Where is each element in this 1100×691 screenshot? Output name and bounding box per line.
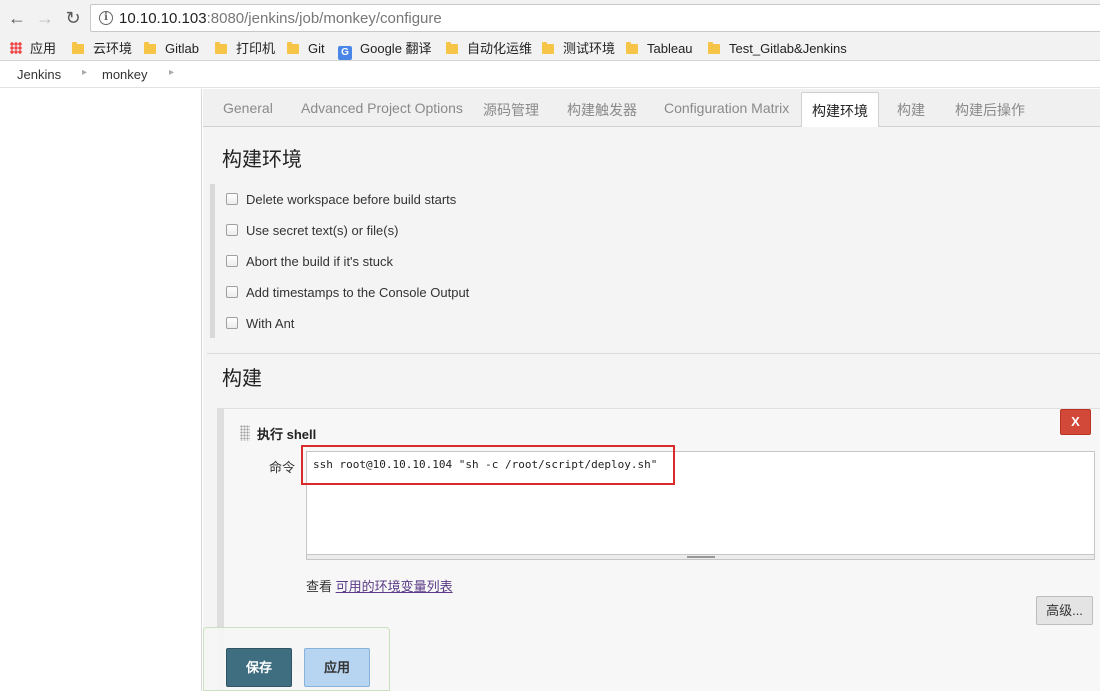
left-sidebar — [0, 89, 202, 691]
checkbox[interactable] — [226, 286, 238, 298]
bookmark-gitlab[interactable]: Gitlab — [144, 40, 199, 58]
bookmark-test-env[interactable]: 测试环境 — [542, 40, 615, 58]
bookmark-tableau[interactable]: Tableau — [626, 40, 693, 58]
env-vars-row: 查看 可用的环境变量列表 — [306, 576, 453, 595]
bookmarks-bar: 应用 云环境 Gitlab 打印机 Git G Google 翻译 自动化运维 测… — [0, 36, 1100, 61]
breadcrumb-jenkins[interactable]: Jenkins — [17, 67, 61, 82]
option-delete-workspace[interactable]: Delete workspace before build starts — [226, 192, 456, 208]
tab-post-build-actions[interactable]: 构建后操作 — [955, 100, 1025, 120]
info-icon[interactable]: i — [99, 11, 113, 25]
chevron-right-icon: ▸ — [82, 67, 88, 78]
bookmark-cloud-env[interactable]: 云环境 — [72, 40, 132, 58]
config-tabs: General Advanced Project Options 源码管理 构建… — [203, 89, 1100, 128]
folder-icon — [446, 42, 458, 54]
url-text[interactable]: 10.10.10.103:8080/jenkins/job/monkey/con… — [119, 10, 442, 27]
bookmark-apps[interactable]: 应用 — [10, 40, 56, 58]
tab-build-environment[interactable]: 构建环境 — [801, 92, 879, 128]
forward-arrow-icon[interactable]: → — [33, 6, 57, 30]
advanced-button[interactable]: 高级... — [1036, 596, 1093, 625]
folder-icon — [708, 42, 720, 54]
breadcrumb-monkey[interactable]: monkey — [102, 67, 148, 82]
delete-step-button[interactable]: X — [1060, 409, 1091, 435]
option-add-timestamps[interactable]: Add timestamps to the Console Output — [226, 285, 469, 301]
google-translate-icon: G — [338, 46, 352, 60]
address-bar[interactable]: i 10.10.10.103:8080/jenkins/job/monkey/c… — [90, 4, 1100, 32]
section-divider — [207, 353, 1100, 354]
build-environment-title: 构建环境 — [222, 149, 302, 171]
build-step-title: 执行 shell — [257, 427, 317, 442]
tab-build[interactable]: 构建 — [897, 100, 925, 120]
folder-icon — [72, 42, 84, 54]
red-highlight-box — [301, 445, 675, 485]
tab-advanced-project-options[interactable]: Advanced Project Options — [301, 100, 463, 116]
checkbox[interactable] — [226, 193, 238, 205]
chevron-right-icon[interactable]: ▸ — [169, 67, 174, 78]
env-vars-prefix: 查看 — [306, 579, 336, 594]
option-with-ant[interactable]: With Ant — [226, 316, 294, 332]
reload-icon[interactable]: ↻ — [61, 6, 85, 30]
back-arrow-icon[interactable]: ← — [5, 6, 29, 30]
grip-icon — [687, 556, 715, 558]
bookmark-git[interactable]: Git — [287, 40, 325, 58]
folder-icon — [626, 42, 638, 54]
tab-configuration-matrix[interactable]: Configuration Matrix — [664, 100, 789, 116]
drag-handle-icon[interactable] — [240, 425, 250, 441]
option-abort-stuck[interactable]: Abort the build if it's stuck — [226, 254, 393, 270]
build-title: 构建 — [222, 368, 262, 390]
tab-build-triggers[interactable]: 构建触发器 — [567, 100, 637, 120]
breadcrumb: Jenkins ▸ monkey ▸ — [0, 62, 1100, 88]
build-environment-options: Delete workspace before build starts Use… — [210, 184, 1100, 344]
section-bar — [210, 184, 215, 338]
tab-source-management[interactable]: 源码管理 — [483, 100, 539, 120]
save-apply-bar: 保存 应用 — [203, 627, 390, 691]
folder-icon — [287, 42, 299, 54]
tab-general[interactable]: General — [223, 100, 273, 116]
command-label: 命令 — [269, 460, 296, 475]
save-button[interactable]: 保存 — [226, 648, 292, 687]
option-secret-text[interactable]: Use secret text(s) or file(s) — [226, 223, 398, 239]
checkbox[interactable] — [226, 317, 238, 329]
bookmark-printer[interactable]: 打印机 — [215, 40, 275, 58]
env-vars-link[interactable]: 可用的环境变量列表 — [336, 579, 453, 594]
config-content: 构建环境 Delete workspace before build start… — [203, 127, 1100, 691]
checkbox[interactable] — [226, 224, 238, 236]
apps-grid-icon — [10, 42, 22, 54]
apply-button[interactable]: 应用 — [304, 648, 370, 687]
folder-icon — [144, 42, 156, 54]
bookmark-auto-ops[interactable]: 自动化运维 — [446, 40, 532, 58]
bookmark-test-gitlab-jenkins[interactable]: Test_Gitlab&Jenkins — [708, 40, 847, 58]
bookmark-google-translate[interactable]: G Google 翻译 — [338, 40, 432, 60]
folder-icon — [215, 42, 227, 54]
textarea-resize-handle[interactable] — [306, 555, 1095, 560]
browser-toolbar: ← → ↻ i 10.10.10.103:8080/jenkins/job/mo… — [0, 0, 1100, 36]
folder-icon — [542, 42, 554, 54]
checkbox[interactable] — [226, 255, 238, 267]
